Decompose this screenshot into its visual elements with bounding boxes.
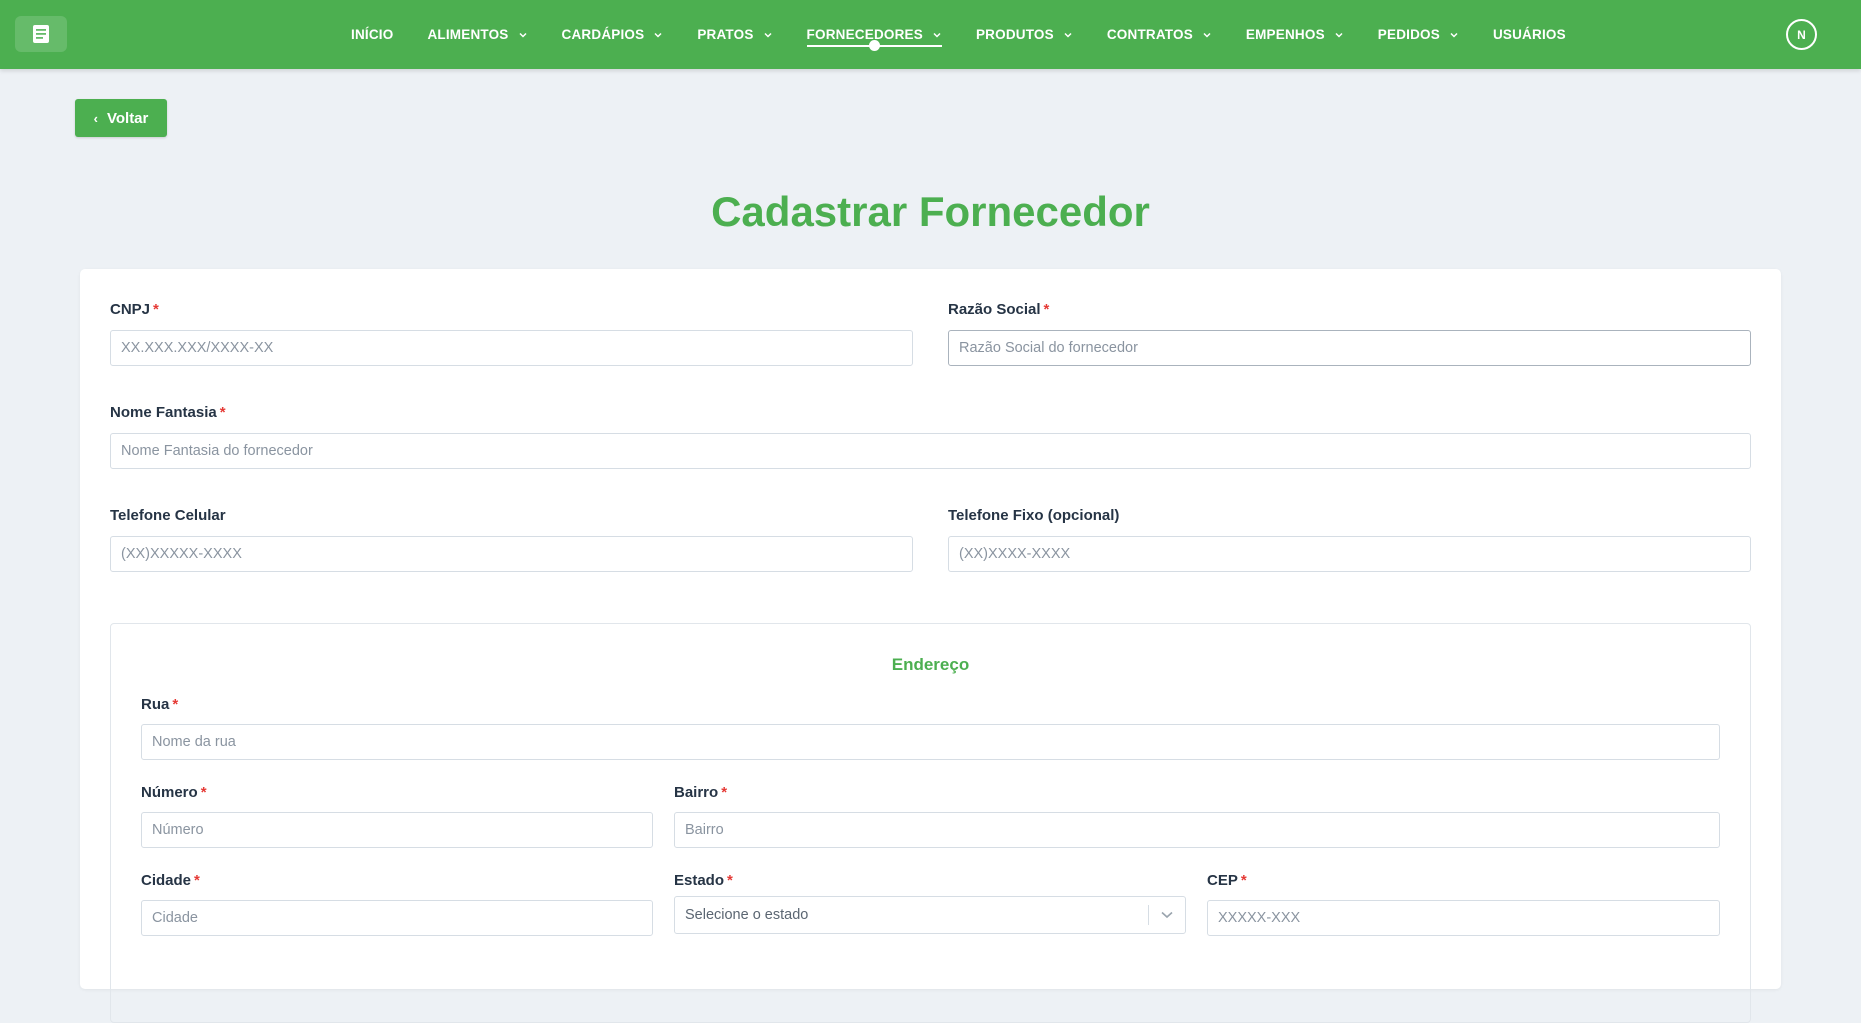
active-indicator-dot <box>869 40 881 51</box>
chevron-down-icon[interactable] <box>1149 911 1185 919</box>
nav-item-label: CARDÁPIOS <box>561 27 645 42</box>
nav-item-7[interactable]: EMPENHOS <box>1229 0 1361 69</box>
estado-select-value: Selecione o estado <box>685 907 809 923</box>
numero-input[interactable] <box>141 812 653 848</box>
telefone-fixo-input[interactable] <box>948 536 1751 572</box>
nav-item-5[interactable]: PRODUTOS <box>959 0 1090 69</box>
chevron-down-icon <box>518 32 527 38</box>
chevron-down-icon <box>764 32 772 38</box>
nav-item-label: FORNECEDORES <box>806 27 923 42</box>
nav-menu: INÍCIO ALIMENTOS CARDÁPIOS PRATOS FORNECEDOR… <box>334 0 1583 69</box>
cnpj-input[interactable] <box>110 330 913 366</box>
user-avatar[interactable]: N <box>1786 19 1817 50</box>
chevron-down-icon <box>654 32 662 38</box>
required-marker: * <box>153 301 159 318</box>
book-icon <box>33 25 49 43</box>
estado-label-text: Estado <box>674 872 725 889</box>
numero-label: Número * <box>141 784 207 801</box>
razao-social-label: Razão Social * <box>948 301 1049 318</box>
nav-item-label: ALIMENTOS <box>427 27 509 42</box>
cidade-label-text: Cidade <box>141 872 192 889</box>
nav-item-label: CONTRATOS <box>1106 27 1193 42</box>
bairro-label: Bairro * <box>674 784 727 801</box>
estado-select[interactable]: Selecione o estado <box>674 896 1186 934</box>
cidade-input[interactable] <box>141 900 653 936</box>
required-marker: * <box>1043 301 1050 318</box>
nav-item-2[interactable]: CARDÁPIOS <box>545 0 681 69</box>
nav-item-label: PRATOS <box>697 27 754 42</box>
nome-fantasia-label: Nome Fantasia * <box>110 404 226 421</box>
logo-button[interactable] <box>15 16 67 52</box>
back-button-label: Voltar <box>106 109 149 127</box>
bairro-input[interactable] <box>674 812 1720 848</box>
numero-label-text: Número <box>141 784 198 801</box>
rua-label-text: Rua <box>141 696 170 713</box>
nav-item-8[interactable]: PEDIDOS <box>1361 0 1476 69</box>
required-marker: * <box>194 872 200 889</box>
nav-item-6[interactable]: CONTRATOS <box>1090 0 1229 69</box>
nav-item-label: PRODUTOS <box>975 27 1054 42</box>
nav-item-0[interactable]: INÍCIO <box>334 0 410 69</box>
nome-fantasia-label-text: Nome Fantasia <box>110 404 217 421</box>
nav-item-4[interactable]: FORNECEDORES <box>790 0 959 69</box>
chevron-down-icon <box>1203 32 1211 38</box>
required-marker: * <box>727 872 733 889</box>
razao-social-label-text: Razão Social <box>948 301 1041 318</box>
cnpj-label-text: CNPJ <box>110 301 151 318</box>
razao-social-input[interactable] <box>948 330 1751 366</box>
chevron-left-icon: ‹ <box>93 110 98 126</box>
nav-item-label: INÍCIO <box>351 27 394 42</box>
chevron-down-icon <box>1450 32 1458 38</box>
nav-item-label: PEDIDOS <box>1377 27 1440 42</box>
nav-item-1[interactable]: ALIMENTOS <box>410 0 544 69</box>
cep-input[interactable] <box>1207 900 1720 936</box>
required-marker: * <box>721 784 728 801</box>
address-section: Endereço Rua* Número* Bairro* Cidade* Es… <box>110 623 1751 1023</box>
nav-item-9[interactable]: USUÁRIOS <box>1476 0 1583 69</box>
page-title: Cadastrar Fornecedor <box>711 188 1150 235</box>
required-marker: * <box>219 404 226 421</box>
top-navbar: INÍCIO ALIMENTOS CARDÁPIOS PRATOS FORNECEDOR… <box>0 0 1861 69</box>
bairro-label-text: Bairro <box>674 784 719 801</box>
nav-item-label: USUÁRIOS <box>1492 27 1566 42</box>
chevron-down-icon <box>1335 32 1343 38</box>
cnpj-label: CNPJ * <box>110 301 159 318</box>
supplier-form-card: CNPJ* Razão Social* Nome Fantasia* Telef… <box>80 269 1781 1023</box>
telefone-celular-input[interactable] <box>110 536 913 572</box>
required-marker: * <box>172 696 179 713</box>
telefone-celular-label-text: Telefone Celular <box>110 507 226 524</box>
chevron-down-icon <box>1064 32 1072 38</box>
rua-input[interactable] <box>141 724 1720 760</box>
telefone-celular-label: Telefone Celular <box>110 507 226 524</box>
cidade-label: Cidade * <box>141 872 200 889</box>
chevron-down-icon <box>933 32 941 38</box>
telefone-fixo-label: Telefone Fixo (opcional) <box>948 507 1119 524</box>
nav-item-3[interactable]: PRATOS <box>680 0 789 69</box>
cep-label: CEP * <box>1207 872 1247 889</box>
cep-label-text: CEP <box>1207 872 1238 889</box>
nav-item-label: EMPENHOS <box>1245 27 1325 42</box>
required-marker: * <box>200 784 207 801</box>
rua-label: Rua * <box>141 696 178 713</box>
address-title: Endereço <box>891 655 970 674</box>
nome-fantasia-input[interactable] <box>110 433 1751 469</box>
required-marker: * <box>1240 872 1247 889</box>
back-button[interactable]: ‹ Voltar <box>75 99 167 137</box>
estado-label: Estado * <box>674 872 733 889</box>
telefone-fixo-label-text: Telefone Fixo (opcional) <box>948 507 1120 524</box>
